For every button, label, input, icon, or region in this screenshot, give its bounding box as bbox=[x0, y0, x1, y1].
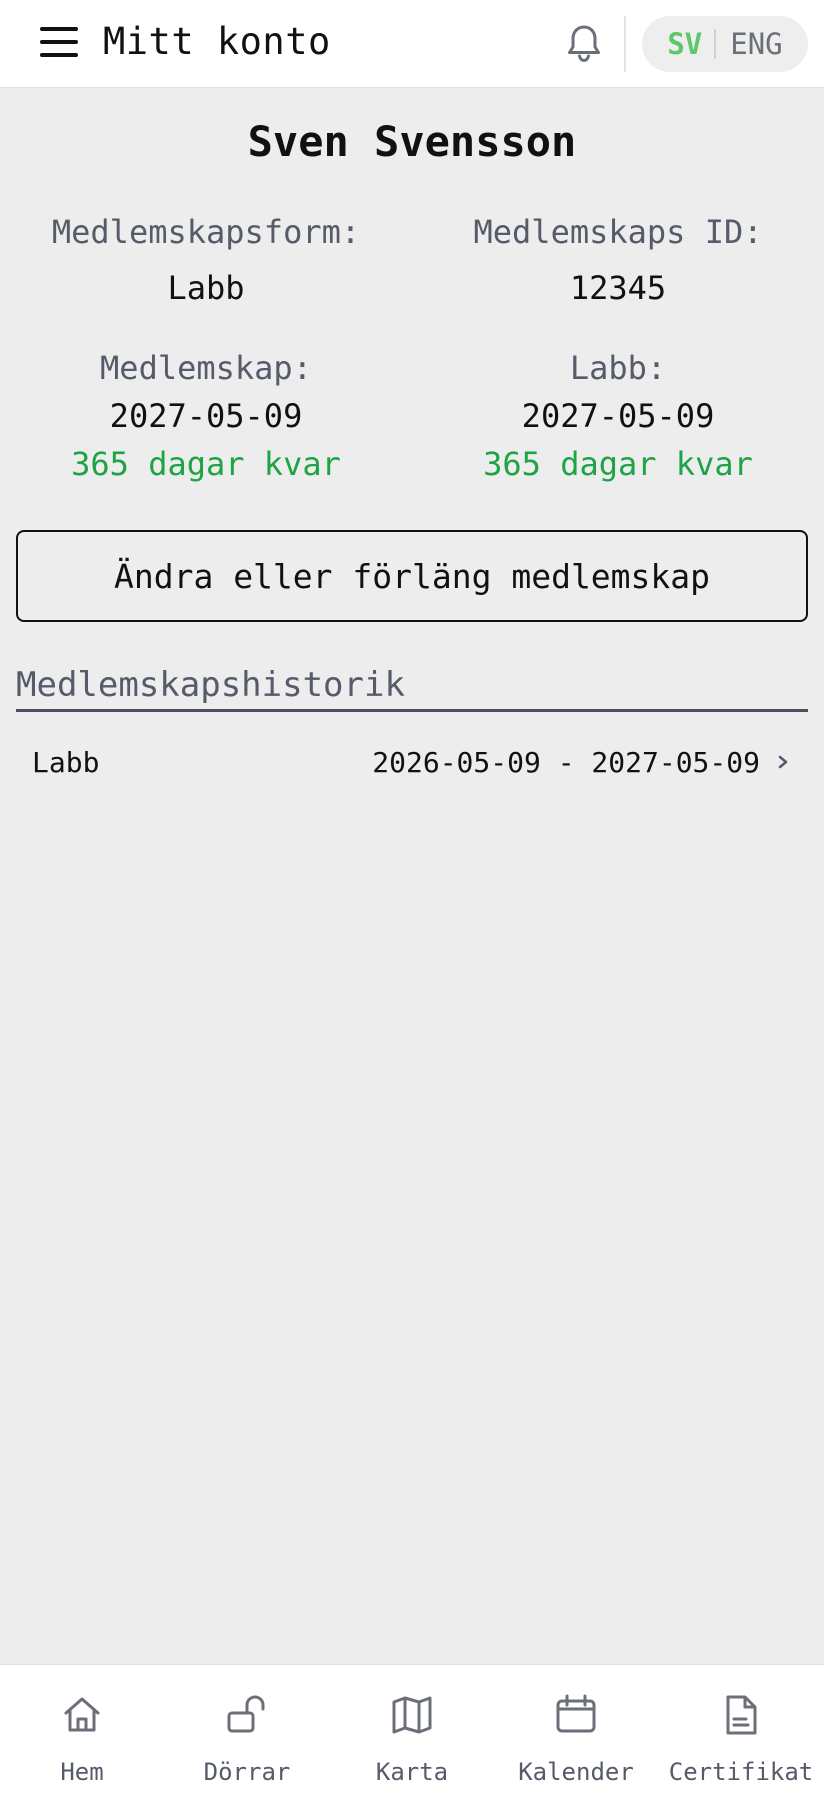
unlock-icon bbox=[227, 1695, 265, 1733]
change-membership-button[interactable]: Ändra eller förläng medlemskap bbox=[16, 530, 808, 622]
membership-label: Medlemskap: bbox=[100, 349, 312, 387]
nav-label-home: Hem bbox=[60, 1758, 104, 1786]
lab-label: Labb: bbox=[569, 349, 667, 387]
nav-item-doors[interactable]: Dörrar bbox=[164, 1665, 330, 1800]
lab-date: 2027-05-09 bbox=[521, 397, 715, 435]
membership-type-value: Labb bbox=[167, 269, 245, 307]
nav-item-home[interactable]: Hem bbox=[0, 1665, 164, 1800]
page-title: Mitt konto bbox=[103, 20, 331, 63]
lab-expiry-block: Labb: 2027-05-09 365 dagar kvar bbox=[412, 348, 824, 484]
lang-eng-button[interactable]: ENG bbox=[716, 27, 792, 61]
nav-label-calendar: Kalender bbox=[518, 1758, 634, 1786]
membership-date: 2027-05-09 bbox=[109, 397, 303, 435]
menu-icon[interactable] bbox=[40, 20, 80, 64]
document-icon bbox=[726, 1695, 757, 1735]
bottom-navigation: Hem Dörrar Karta Kalender Certifikat bbox=[0, 1664, 824, 1800]
membership-expiry-block: Medlemskap: 2027-05-09 365 dagar kvar bbox=[0, 348, 412, 484]
app-header: Mitt konto SV ENG bbox=[0, 0, 824, 88]
membership-type-label: Medlemskapsform: bbox=[51, 213, 361, 251]
nav-item-calendar[interactable]: Kalender bbox=[494, 1665, 658, 1800]
nav-label-certificate: Certifikat bbox=[668, 1758, 814, 1786]
chevron-right-icon bbox=[778, 755, 788, 769]
history-row-period: 2026-05-09 - 2027-05-09 bbox=[372, 745, 760, 779]
map-icon bbox=[392, 1696, 432, 1734]
history-divider bbox=[16, 709, 808, 712]
membership-id-value: 12345 bbox=[569, 269, 667, 307]
language-toggle: SV ENG bbox=[642, 16, 808, 72]
lang-sv-button[interactable]: SV bbox=[657, 27, 714, 61]
calendar-icon bbox=[556, 1694, 596, 1733]
membership-id-block: Medlemskaps ID: 12345 bbox=[412, 212, 824, 308]
nav-label-map: Karta bbox=[375, 1758, 449, 1786]
lab-days-left: 365 dagar kvar bbox=[483, 445, 753, 483]
nav-item-map[interactable]: Karta bbox=[330, 1665, 494, 1800]
membership-days-left: 365 dagar kvar bbox=[71, 445, 341, 483]
nav-label-doors: Dörrar bbox=[203, 1758, 291, 1786]
home-icon bbox=[64, 1697, 100, 1732]
nav-item-certificate[interactable]: Certifikat bbox=[658, 1665, 824, 1800]
history-row[interactable]: Labb 2026-05-09 - 2027-05-09 bbox=[16, 734, 808, 790]
bell-icon[interactable] bbox=[560, 20, 608, 68]
membership-id-label: Medlemskaps ID: bbox=[473, 213, 763, 251]
user-name: Sven Svensson bbox=[247, 117, 577, 166]
history-row-type: Labb bbox=[32, 745, 100, 779]
header-divider bbox=[624, 16, 626, 72]
membership-type-block: Medlemskapsform: Labb bbox=[0, 212, 412, 308]
history-title: Medlemskapshistorik bbox=[16, 665, 405, 705]
